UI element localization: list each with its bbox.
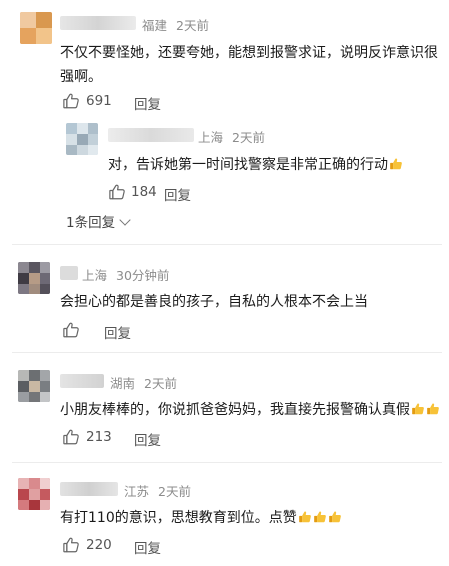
comment-location: 江苏 <box>124 484 150 499</box>
separator <box>12 244 442 245</box>
comment-text: 小朋友棒棒的，你说抓爸爸妈妈，我直接先报警确认真假 <box>60 398 444 422</box>
comment-text: 有打110的意识，思想教育到位。点赞 <box>60 506 444 530</box>
chevron-down-icon <box>119 214 131 226</box>
comment-time: 2天前 <box>144 376 177 391</box>
comment-location: 福建 <box>142 18 168 33</box>
reply-button[interactable]: 回复 <box>134 537 161 557</box>
reply-reply-button[interactable]: 回复 <box>164 184 191 204</box>
thumbs-up-emoji-icon <box>427 403 439 415</box>
avatar[interactable] <box>18 478 50 510</box>
username-blurred[interactable] <box>60 16 136 30</box>
more-replies-label: 1条回复 <box>66 215 116 231</box>
thumbs-up-emoji-icon <box>328 511 341 523</box>
like-count: 691 <box>86 93 112 109</box>
reply-like-count: 184 <box>131 184 157 200</box>
avatar[interactable] <box>18 370 50 402</box>
like-icon[interactable] <box>62 428 80 446</box>
comment-text-content: 小朋友棒棒的，你说抓爸爸妈妈，我直接先报警确认真假 <box>60 402 410 418</box>
reply-time: 2天前 <box>232 130 265 145</box>
like-icon[interactable] <box>108 183 126 201</box>
separator <box>12 462 442 463</box>
like-icon[interactable] <box>62 92 80 110</box>
separator <box>12 352 442 353</box>
comment-time: 2天前 <box>158 484 191 499</box>
reply-location: 上海 <box>198 130 224 145</box>
username-blurred[interactable] <box>60 482 118 496</box>
reply-button[interactable]: 回复 <box>134 93 161 113</box>
avatar[interactable] <box>20 12 52 44</box>
username-blurred[interactable] <box>60 374 104 388</box>
thumbs-up-emoji-icon <box>298 511 311 523</box>
thumbs-up-emoji-icon <box>313 511 326 523</box>
reply-text-content: 对，告诉她第一时间找警察是非常正确的行动 <box>108 157 388 173</box>
comment-time: 2天前 <box>176 18 209 33</box>
thumbs-up-emoji-icon <box>390 158 402 170</box>
username-blurred[interactable] <box>60 266 78 280</box>
reply-text: 对，告诉她第一时间找警察是非常正确的行动 <box>108 153 438 177</box>
comment-location: 湖南 <box>110 376 136 391</box>
comment-text-content: 有打110的意识，思想教育到位。点赞 <box>60 510 297 526</box>
comment-text: 不仅不要怪她，还要夸她，能想到报警求证，说明反诈意识很强啊。 <box>60 45 438 85</box>
comment-location: 上海 <box>82 268 108 283</box>
reply-button[interactable]: 回复 <box>104 322 131 342</box>
comment-text: 会担心的都是善良的孩子，自私的人根本不会上当 <box>60 294 368 310</box>
comment-time: 30分钟前 <box>116 268 170 283</box>
more-replies-button[interactable]: 1条回复 <box>66 211 131 231</box>
reply-button[interactable]: 回复 <box>134 429 161 449</box>
thumbs-up-emoji-icon <box>412 403 424 415</box>
like-count: 220 <box>86 537 112 553</box>
reply-username-blurred[interactable] <box>108 128 194 142</box>
reply-avatar[interactable] <box>66 123 98 155</box>
avatar[interactable] <box>18 262 50 294</box>
like-icon[interactable] <box>62 321 80 339</box>
like-icon[interactable] <box>62 536 80 554</box>
like-count: 213 <box>86 429 112 445</box>
